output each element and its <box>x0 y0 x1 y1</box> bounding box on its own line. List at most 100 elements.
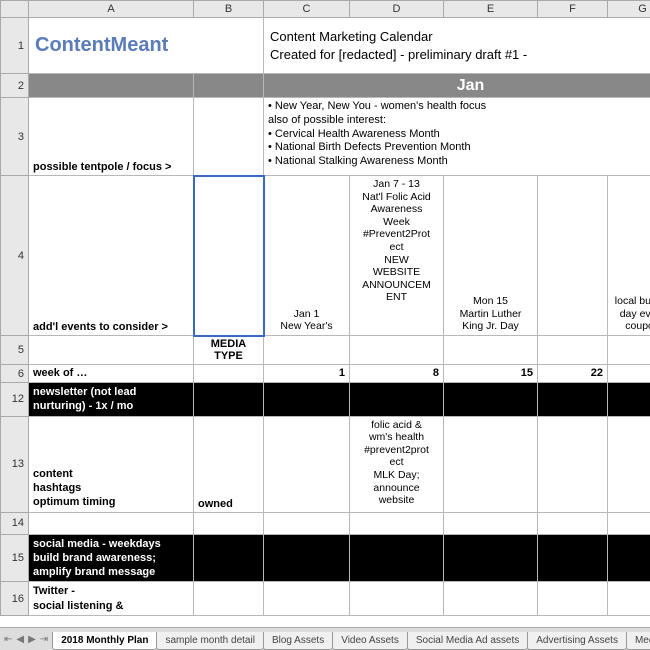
cell[interactable] <box>264 534 350 582</box>
sheet-tab[interactable]: Advertising Assets <box>527 632 627 650</box>
cell[interactable] <box>350 534 444 582</box>
row-header[interactable]: 13 <box>1 416 29 512</box>
cell[interactable] <box>444 336 538 365</box>
tab-first-icon[interactable]: ⇤ <box>4 634 12 645</box>
select-all-corner[interactable] <box>1 1 29 18</box>
cell[interactable] <box>194 582 264 616</box>
media-type-header[interactable]: MEDIA TYPE <box>194 336 264 365</box>
col-header[interactable]: C <box>264 1 350 18</box>
sheet-tab[interactable]: Blog Assets <box>263 632 333 650</box>
sheet-tab[interactable]: Med <box>626 632 650 650</box>
cell[interactable] <box>29 74 194 98</box>
tab-last-icon[interactable]: ⇥ <box>40 634 48 645</box>
cell[interactable] <box>264 582 350 616</box>
cell[interactable] <box>29 512 194 534</box>
tentpole-label[interactable]: possible tentpole / focus > <box>29 98 194 176</box>
event-cell[interactable]: Jan 7 - 13 Nat'l Folic Acid Awareness We… <box>350 176 444 336</box>
row-header[interactable]: 3 <box>1 98 29 176</box>
tab-prev-icon[interactable]: ◀ <box>16 634 24 645</box>
col-header[interactable]: F <box>538 1 608 18</box>
content-labels[interactable]: content hashtags optimum timing <box>29 416 194 512</box>
cell[interactable] <box>444 582 538 616</box>
tentpole-text[interactable]: • New Year, New You - women's health foc… <box>264 98 650 176</box>
week-of-label[interactable]: week of … <box>29 365 194 383</box>
cell[interactable] <box>264 336 350 365</box>
row-header[interactable]: 5 <box>1 336 29 365</box>
cell[interactable] <box>444 512 538 534</box>
cell[interactable] <box>608 336 650 365</box>
cell[interactable] <box>444 534 538 582</box>
cell[interactable] <box>444 383 538 417</box>
spreadsheet-grid[interactable]: A B C D E F G 1 ContentMeant Content Mar… <box>0 0 650 627</box>
doc-title[interactable]: Content Marketing Calendar Created for [… <box>264 18 650 74</box>
row-header[interactable]: 2 <box>1 74 29 98</box>
col-header[interactable]: G <box>608 1 650 18</box>
newsletter-label[interactable]: newsletter (not lead nurturing) - 1x / m… <box>29 383 194 417</box>
content-cell[interactable]: folic acid & wm's health #prevent2prot e… <box>350 416 444 512</box>
selected-cell[interactable] <box>194 176 264 336</box>
cell[interactable] <box>194 534 264 582</box>
addl-events-label[interactable]: add'l events to consider > <box>29 176 194 336</box>
cell[interactable] <box>538 383 608 417</box>
owned-label[interactable]: owned <box>194 416 264 512</box>
cell[interactable] <box>608 416 650 512</box>
event-cell[interactable]: local busine day event coupon <box>608 176 650 336</box>
event-cell[interactable]: Jan 1 New Year's <box>264 176 350 336</box>
title-line-1: Content Marketing Calendar <box>270 28 650 46</box>
cell[interactable] <box>194 98 264 176</box>
cell[interactable] <box>264 512 350 534</box>
title-line-2: Created for [redacted] - preliminary dra… <box>270 46 650 64</box>
cell[interactable] <box>608 534 650 582</box>
col-header[interactable]: B <box>194 1 264 18</box>
cell[interactable] <box>350 336 444 365</box>
week-num[interactable]: 15 <box>444 365 538 383</box>
row-header[interactable]: 4 <box>1 176 29 336</box>
row-header[interactable]: 6 <box>1 365 29 383</box>
cell[interactable] <box>350 512 444 534</box>
sheet-tab[interactable]: 2018 Monthly Plan <box>52 632 157 650</box>
cell[interactable] <box>608 512 650 534</box>
cell[interactable] <box>194 74 264 98</box>
tab-nav-arrows[interactable]: ⇤ ◀ ▶ ⇥ <box>0 628 52 650</box>
col-header[interactable]: E <box>444 1 538 18</box>
cell[interactable] <box>29 336 194 365</box>
cell[interactable] <box>538 416 608 512</box>
social-media-label[interactable]: social media - weekdays build brand awar… <box>29 534 194 582</box>
sheet-tabs: 2018 Monthly Plan sample month detail Bl… <box>52 628 650 650</box>
cell[interactable] <box>538 582 608 616</box>
tab-next-icon[interactable]: ▶ <box>28 634 36 645</box>
month-header[interactable]: Jan <box>264 74 650 98</box>
week-num[interactable]: 8 <box>350 365 444 383</box>
cell[interactable] <box>194 512 264 534</box>
cell[interactable] <box>194 383 264 417</box>
cell[interactable] <box>538 336 608 365</box>
cell[interactable] <box>608 582 650 616</box>
row-header[interactable]: 16 <box>1 582 29 616</box>
cell[interactable] <box>538 534 608 582</box>
row-header[interactable]: 12 <box>1 383 29 417</box>
cell[interactable] <box>538 176 608 336</box>
cell[interactable] <box>350 582 444 616</box>
column-header-row: A B C D E F G <box>1 1 650 18</box>
sheet-tab[interactable]: Video Assets <box>332 632 408 650</box>
cell[interactable] <box>608 365 650 383</box>
brand-logo: ContentMeant <box>29 18 264 74</box>
cell[interactable] <box>194 365 264 383</box>
col-header[interactable]: A <box>29 1 194 18</box>
row-header[interactable]: 1 <box>1 18 29 74</box>
sheet-tab[interactable]: sample month detail <box>156 632 264 650</box>
cell[interactable] <box>444 416 538 512</box>
row-header[interactable]: 15 <box>1 534 29 582</box>
sheet-tab[interactable]: Social Media Ad assets <box>407 632 528 650</box>
cell[interactable] <box>608 383 650 417</box>
week-num[interactable]: 1 <box>264 365 350 383</box>
cell[interactable] <box>538 512 608 534</box>
week-num[interactable]: 22 <box>538 365 608 383</box>
cell[interactable] <box>264 416 350 512</box>
col-header[interactable]: D <box>350 1 444 18</box>
twitter-label[interactable]: Twitter - social listening & <box>29 582 194 616</box>
event-cell[interactable]: Mon 15 Martin Luther King Jr. Day <box>444 176 538 336</box>
row-header[interactable]: 14 <box>1 512 29 534</box>
cell[interactable] <box>264 383 350 417</box>
cell[interactable] <box>350 383 444 417</box>
